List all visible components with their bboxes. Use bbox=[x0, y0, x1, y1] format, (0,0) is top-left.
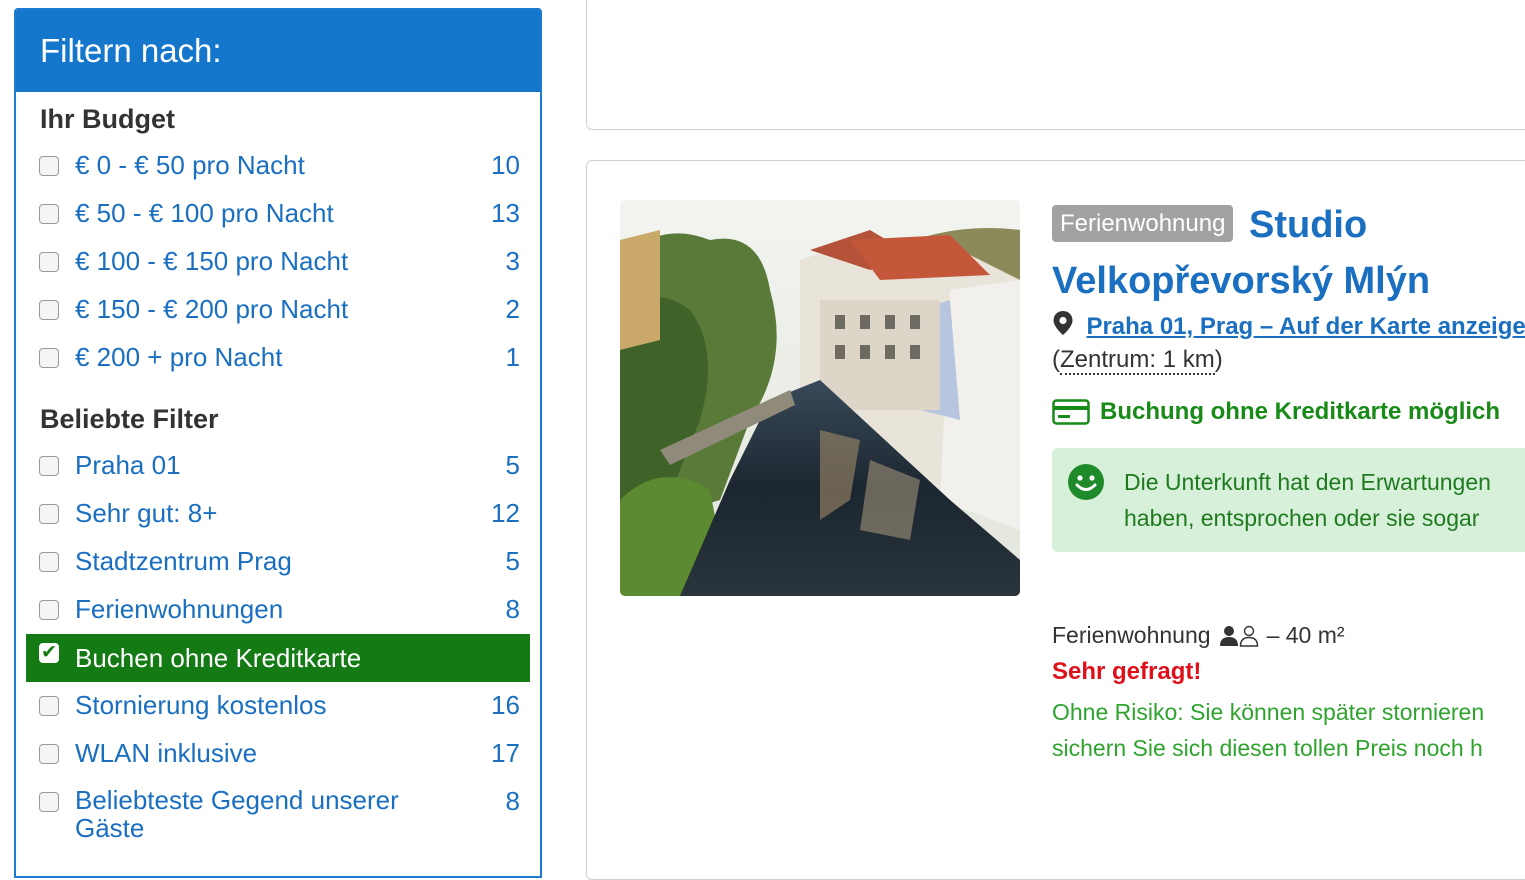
checkbox[interactable] bbox=[39, 792, 59, 812]
unit-type: Ferienwohnung bbox=[1052, 622, 1211, 648]
filter-label: Praha 01 bbox=[75, 450, 181, 480]
filter-count: 5 bbox=[505, 546, 520, 576]
filter-count: 3 bbox=[505, 246, 520, 276]
filter-count: 8 bbox=[505, 786, 520, 816]
filter-praha-01[interactable]: Praha 01 5 bbox=[26, 450, 530, 498]
filter-count: 1 bbox=[505, 342, 520, 372]
filter-count: 13 bbox=[491, 198, 520, 228]
risk-line-2: sichern Sie sich diesen tollen Preis noc… bbox=[1052, 735, 1483, 761]
checkbox[interactable] bbox=[39, 456, 59, 476]
filter-count: 5 bbox=[505, 450, 520, 480]
canal-photo-image bbox=[620, 200, 1020, 596]
filter-label: € 50 - € 100 pro Nacht bbox=[75, 198, 334, 228]
filter-budget-100-150[interactable]: € 100 - € 150 pro Nacht 3 bbox=[26, 246, 530, 294]
review-highlight-box: Die Unterkunft hat den Erwartungen haben… bbox=[1052, 448, 1525, 552]
filter-label: Beliebteste Gegend unserer Gäste bbox=[75, 785, 399, 843]
filter-header: Filtern nach: bbox=[16, 10, 540, 92]
filter-count: 12 bbox=[491, 498, 520, 528]
address-link[interactable]: Praha 01, Prag – Auf der Karte anzeigen bbox=[1086, 313, 1525, 340]
unit-info: Ferienwohnung – 40 m² bbox=[1052, 622, 1345, 649]
checkbox[interactable] bbox=[39, 744, 59, 764]
checkbox[interactable] bbox=[39, 300, 59, 320]
guests-icon bbox=[1219, 625, 1258, 647]
filter-count: 16 bbox=[491, 690, 520, 720]
review-line-1: Die Unterkunft hat den Erwartungen bbox=[1124, 469, 1491, 495]
filter-label: Stadtzentrum Prag bbox=[75, 546, 292, 576]
filter-label: WLAN inklusive bbox=[75, 738, 258, 768]
checkbox[interactable] bbox=[39, 552, 59, 572]
risk-line-1: Ohne Risiko: Sie können später storniere… bbox=[1052, 699, 1485, 725]
filter-budget-50-100[interactable]: € 50 - € 100 pro Nacht 13 bbox=[26, 198, 530, 246]
filter-label: € 0 - € 50 pro Nacht bbox=[75, 150, 305, 180]
filter-budget-200-plus[interactable]: € 200 + pro Nacht 1 bbox=[26, 342, 530, 390]
filter-label: Sehr gut: 8+ bbox=[75, 498, 218, 528]
listing-card-previous bbox=[586, 0, 1525, 130]
filter-label: Buchen ohne Kreditkarte bbox=[75, 643, 362, 673]
checkbox[interactable] bbox=[39, 156, 59, 176]
checkbox[interactable] bbox=[39, 204, 59, 224]
demand-badge: Sehr gefragt! bbox=[1052, 658, 1202, 685]
no-credit-card-text: Buchung ohne Kreditkarte möglich bbox=[1100, 398, 1501, 425]
filter-label: € 150 - € 200 pro Nacht bbox=[75, 294, 349, 324]
checkbox[interactable] bbox=[39, 600, 59, 620]
filter-city-center[interactable]: Stadtzentrum Prag 5 bbox=[26, 546, 530, 594]
filter-no-credit-card[interactable]: ✔ Buchen ohne Kreditkarte bbox=[26, 634, 530, 682]
filter-label: € 200 + pro Nacht bbox=[75, 342, 283, 372]
budget-section-title: Ihr Budget bbox=[40, 104, 175, 134]
filter-very-good[interactable]: Sehr gut: 8+ 12 bbox=[26, 498, 530, 546]
no-credit-card-info: Buchung ohne Kreditkarte möglich bbox=[1052, 398, 1500, 426]
filter-budget-150-200[interactable]: € 150 - € 200 pro Nacht 2 bbox=[26, 294, 530, 342]
credit-card-icon bbox=[1052, 399, 1090, 425]
filter-free-cancellation[interactable]: Stornierung kostenlos 16 bbox=[26, 690, 530, 738]
checkbox-checked[interactable]: ✔ bbox=[39, 643, 59, 663]
filter-count: 10 bbox=[491, 150, 520, 180]
center-distance-text[interactable]: Zentrum: 1 km bbox=[1060, 346, 1215, 375]
filter-count: 8 bbox=[505, 594, 520, 624]
filter-popular-area[interactable]: Beliebteste Gegend unserer Gäste 8 bbox=[26, 786, 530, 850]
filter-count: 17 bbox=[491, 738, 520, 768]
address-row: Praha 01, Prag – Auf der Karte anzeigen bbox=[1052, 310, 1525, 344]
filter-label: Stornierung kostenlos bbox=[75, 690, 327, 720]
checkbox[interactable] bbox=[39, 348, 59, 368]
filter-label: Ferienwohnungen bbox=[75, 594, 284, 624]
filter-budget-0-50[interactable]: € 0 - € 50 pro Nacht 10 bbox=[26, 150, 530, 198]
listing-title[interactable]: Studio Velkopřevorský Mlýn bbox=[1052, 197, 1525, 309]
smiley-icon bbox=[1068, 464, 1104, 500]
unit-size: – 40 m² bbox=[1266, 622, 1345, 648]
paren-close: ) bbox=[1214, 346, 1223, 373]
checkbox[interactable] bbox=[39, 504, 59, 524]
review-line-2: haben, entsprochen oder sie sogar bbox=[1124, 505, 1480, 531]
filter-panel: Filtern nach: Ihr Budget € 0 - € 50 pro … bbox=[14, 8, 542, 878]
paren-open: ( bbox=[1052, 346, 1060, 373]
listing-photo[interactable] bbox=[620, 200, 1020, 596]
listing-title-wrapper: Ferienwohnung Studio Velkopřevorský Mlýn bbox=[1052, 197, 1525, 317]
check-icon: ✔ bbox=[41, 642, 57, 663]
filter-wifi[interactable]: WLAN inklusive 17 bbox=[26, 738, 530, 786]
filter-label: € 100 - € 150 pro Nacht bbox=[75, 246, 349, 276]
center-distance: (Zentrum: 1 km) bbox=[1052, 346, 1223, 375]
checkbox[interactable] bbox=[39, 696, 59, 716]
location-pin-icon bbox=[1053, 311, 1073, 335]
popular-section-title: Beliebte Filter bbox=[40, 404, 219, 434]
risk-free-info: Ohne Risiko: Sie können später storniere… bbox=[1052, 694, 1525, 766]
filter-count: 2 bbox=[505, 294, 520, 324]
checkbox[interactable] bbox=[39, 252, 59, 272]
review-text: Die Unterkunft hat den Erwartungen haben… bbox=[1124, 464, 1525, 536]
